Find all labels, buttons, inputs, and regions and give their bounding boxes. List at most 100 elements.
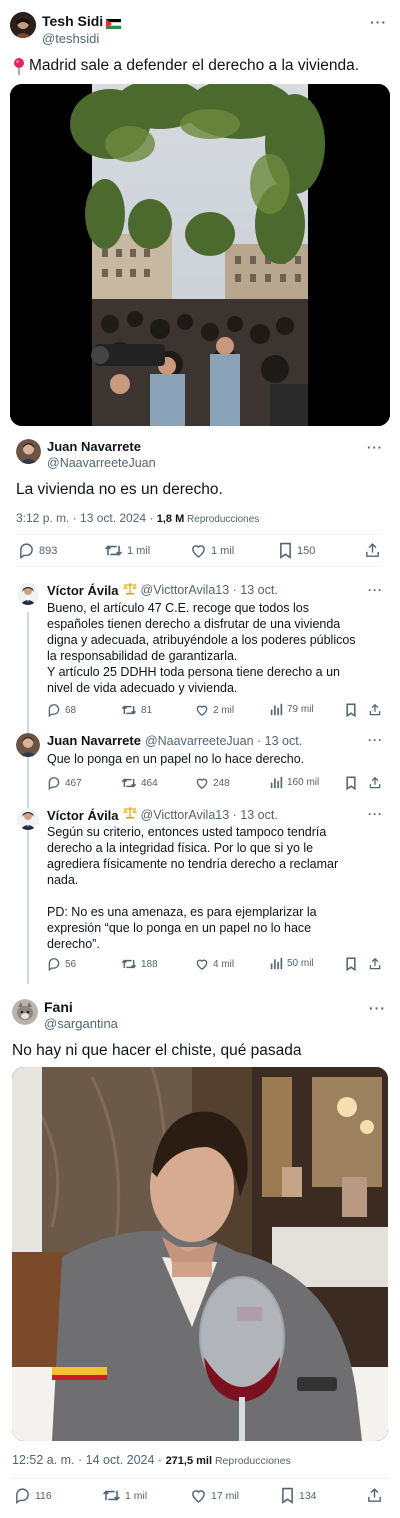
views-button[interactable]: 79 mil [270,703,314,716]
reply-text: Que lo ponga en un papel no lo hace dere… [47,751,304,767]
reply-author-handle[interactable]: @NaavarreeteJuan · 13 oct. [145,734,302,748]
quoted-time[interactable]: 3:12 p. m. · 13 oct. 2024 · [16,511,157,525]
scales-badge-icon [122,806,137,824]
views-icon [270,776,283,789]
retweet-button[interactable]: 1 mil [104,542,150,559]
reply-icon [47,776,61,790]
author-handle[interactable]: @sargantina [44,1016,118,1031]
share-button[interactable] [364,542,381,559]
bookmark-button[interactable]: 150 [278,542,315,559]
like-button[interactable]: 4 mil [195,957,234,971]
reply-text-line: la responsabilidad de garantizarla. [47,649,238,663]
tweet-timestamp: 12:52 a. m. · 14 oct. 2024 · 271,5 mil R… [12,1453,291,1467]
divider [12,1478,388,1479]
more-icon[interactable]: ··· [367,440,383,455]
tweet-text: No hay ni que hacer el chiste, qué pasad… [12,1042,302,1059]
bookmark-button[interactable] [345,703,357,717]
avatar-tesh-sidi[interactable] [10,12,36,38]
quoted-author-handle[interactable]: @NaavarreeteJuan [47,456,156,470]
more-icon[interactable]: ··· [368,807,383,821]
reply-author-name[interactable]: Víctor Ávila [47,808,119,823]
views-button[interactable]: 160 mil [270,776,319,789]
retweet-icon [121,776,137,790]
reply-icon [47,957,61,971]
author-name[interactable]: Fani [44,999,73,1015]
avatar-juan-navarrete[interactable] [16,439,41,464]
more-icon[interactable]: ··· [370,14,387,30]
retweet-button[interactable]: 464 [121,776,158,790]
views-icon [270,703,283,716]
pin-icon [12,57,26,75]
like-button[interactable]: 17 mil [190,1487,239,1504]
reply-count: 56 [65,958,77,970]
retweet-button[interactable]: 81 [121,703,152,717]
views-button[interactable]: 50 mil [270,957,314,970]
reply-text-line: nada. [47,873,79,887]
views-icon [270,957,283,970]
reply-author-name[interactable]: Juan Navarrete [47,733,141,748]
avatar-fani[interactable] [12,999,38,1025]
reply-button[interactable]: 68 [47,703,76,717]
share-button[interactable] [368,957,382,971]
tweet-photo[interactable] [12,1067,388,1441]
reply-count: 116 [35,1489,52,1502]
reply-text-line: digna y adecuada, atribuyéndole a los po… [47,633,356,647]
share-button[interactable] [366,1487,383,1504]
reply-author-handle[interactable]: @VicttorAvila13 · 13 oct. [141,808,278,822]
share-button[interactable] [368,776,382,790]
retweet-count: 188 [141,958,158,970]
share-icon [368,957,382,971]
like-button[interactable]: 2 mil [195,703,234,717]
share-icon [366,1487,383,1504]
tweet-time[interactable]: 12:52 a. m. · 14 oct. 2024 · [12,1453,166,1467]
reply-text-line: Y artículo 25 DDHH toda persona tiene de… [47,665,341,679]
views-count: 79 mil [287,704,314,715]
bookmark-button[interactable] [345,776,357,790]
bookmark-count: 134 [299,1489,317,1502]
bookmark-icon [345,776,357,790]
quoted-author-name[interactable]: Juan Navarrete [47,439,141,454]
like-icon [190,542,207,559]
share-icon [368,703,382,717]
retweet-icon [121,957,137,971]
author-handle[interactable]: @teshsidi [42,31,99,46]
like-count: 2 mil [213,704,235,716]
like-count: 4 mil [213,958,235,970]
like-button[interactable]: 1 mil [190,542,234,559]
divider [16,566,382,567]
retweet-button[interactable]: 188 [121,957,158,971]
reply-button[interactable]: 893 [18,542,57,559]
reply-icon [14,1487,31,1504]
avatar-juan-navarrete[interactable] [16,733,40,757]
tweet-views-count: 271,5 mil [165,1455,213,1467]
like-icon [190,1487,207,1504]
author-name[interactable]: Tesh Sidi [42,13,103,29]
reply-text: Bueno, el artículo 47 C.E. recoge que to… [47,600,392,696]
share-button[interactable] [368,703,382,717]
reply-text-line: españoles tienen derecho a disfrutar de … [47,617,341,631]
views-count: 160 mil [287,777,320,788]
reply-icon [47,703,61,717]
avatar-victor-avila[interactable] [17,808,39,830]
avatar-victor-avila[interactable] [17,583,39,605]
reply-author-name[interactable]: Víctor Ávila [47,583,119,598]
reply-button[interactable]: 56 [47,957,76,971]
palestine-flag-icon [106,16,122,29]
more-icon[interactable]: ··· [369,1000,386,1016]
like-count: 1 mil [211,544,235,557]
tweet-video[interactable] [10,84,390,426]
reply-button[interactable]: 116 [14,1487,52,1504]
like-button[interactable]: 248 [195,776,230,790]
reply-author-handle[interactable]: @VicttorAvila13 · 13 oct. [141,583,278,597]
share-icon [368,776,382,790]
more-icon[interactable]: ··· [368,733,383,747]
divider [16,534,382,535]
bookmark-icon [345,957,357,971]
bookmark-button[interactable] [345,957,357,971]
reply-text-line: expresión “que lo ponga en un papel no l… [47,921,312,935]
reply-button[interactable]: 467 [47,776,82,790]
retweet-count: 1 mil [127,544,151,557]
bookmark-button[interactable]: 134 [280,1487,317,1504]
retweet-button[interactable]: 1 mil [102,1487,147,1504]
more-icon[interactable]: ··· [368,583,383,597]
